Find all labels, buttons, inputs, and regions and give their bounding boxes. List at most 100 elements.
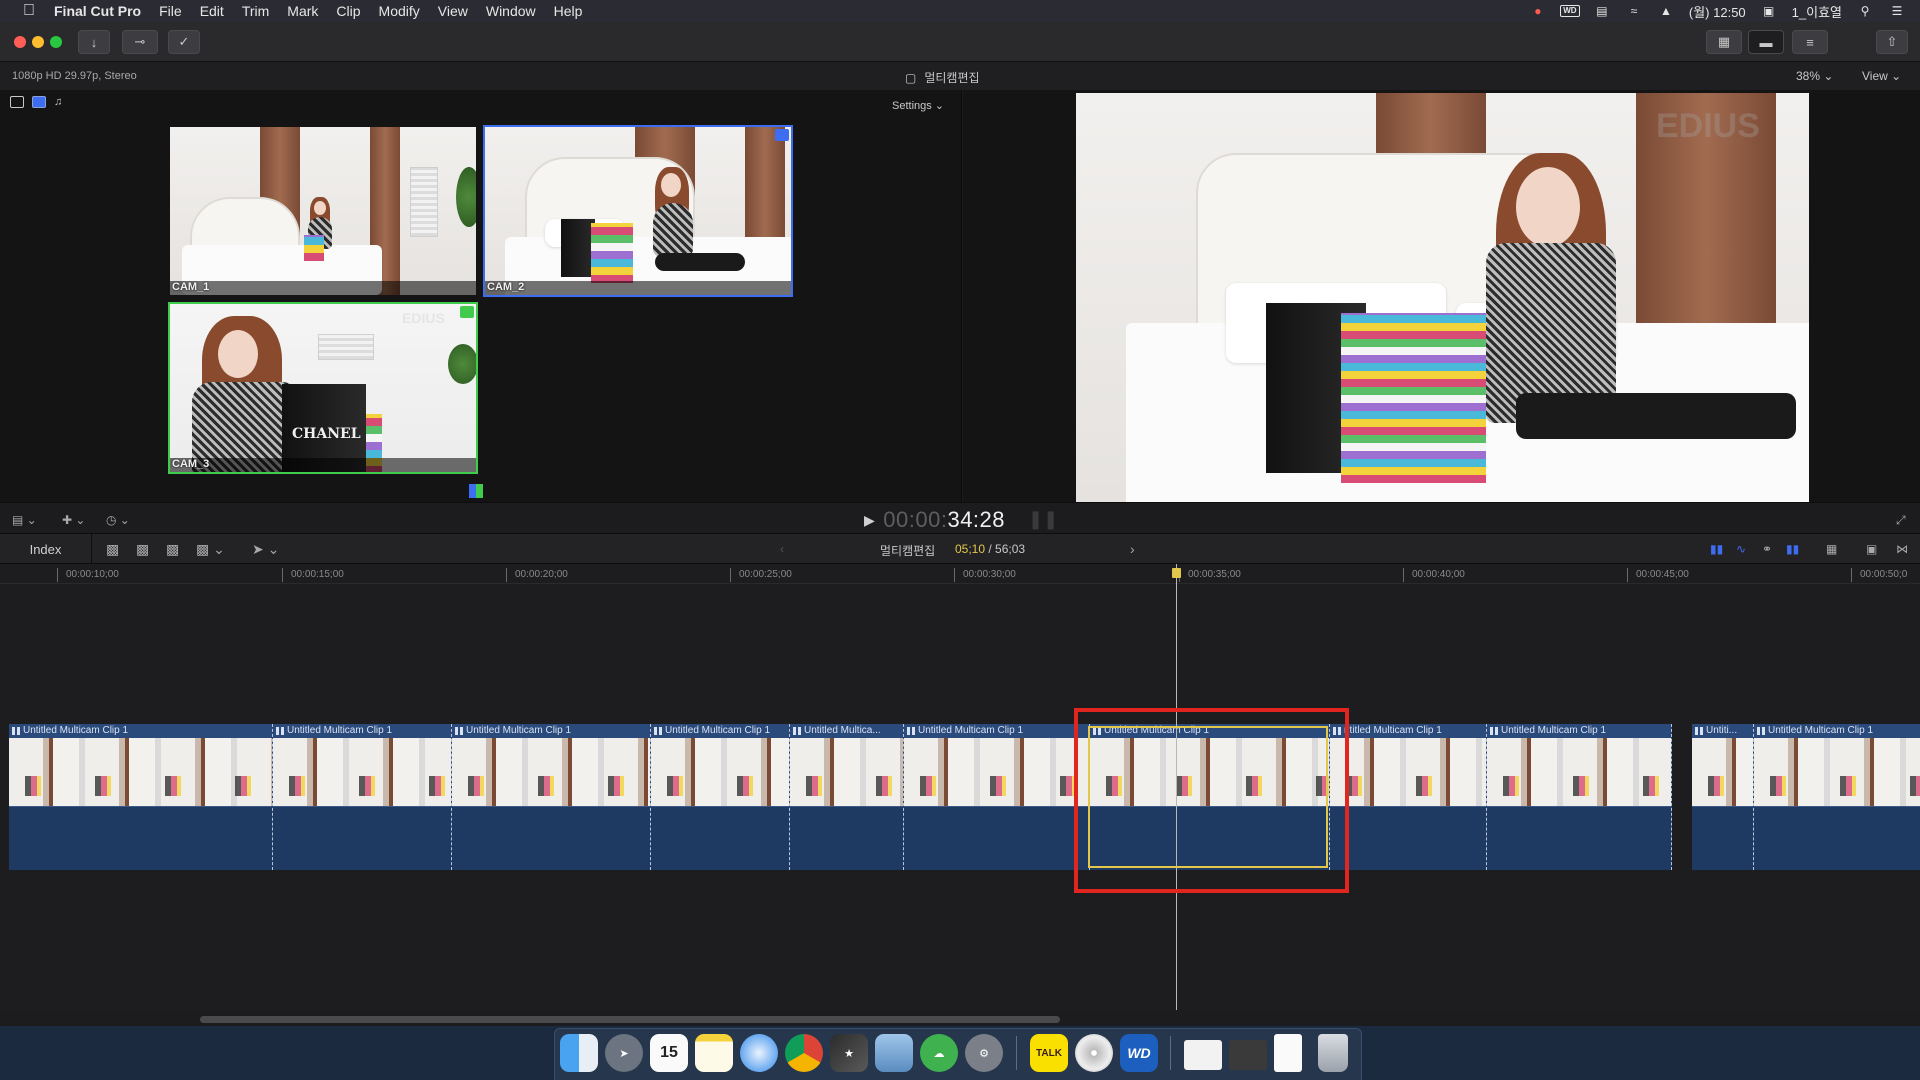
transform-tool-icon[interactable]: ✚ ⌄ bbox=[62, 513, 85, 527]
viewer-zoom-menu[interactable]: 38% ⌄ bbox=[1796, 69, 1833, 83]
switch-video-only-icon[interactable] bbox=[32, 96, 46, 108]
menu-mark[interactable]: Mark bbox=[287, 3, 318, 19]
kakaotalk-icon[interactable]: TALK bbox=[1030, 1034, 1068, 1072]
volume-icon[interactable]: ▲ bbox=[1657, 4, 1675, 18]
timeline-index-button[interactable]: Index bbox=[0, 534, 92, 564]
menu-clip[interactable]: Clip bbox=[336, 3, 360, 19]
timeline-toggle-button[interactable]: ▬ bbox=[1748, 30, 1784, 54]
preview-icon[interactable] bbox=[875, 1034, 913, 1072]
overwrite-edit-icon[interactable]: ▩ bbox=[166, 541, 179, 558]
multicam-clip[interactable]: Untitled Multicam Clip 1 bbox=[1487, 724, 1672, 870]
solo-headphones-icon[interactable]: ⚭ bbox=[1762, 542, 1772, 556]
switch-video-audio-icon[interactable] bbox=[10, 96, 24, 108]
timecode-display[interactable]: ▶ 00:00: 34:28 bbox=[864, 507, 1005, 533]
viewer-view-menu[interactable]: View ⌄ bbox=[1862, 69, 1901, 83]
launchpad-icon[interactable]: ➤ bbox=[605, 1034, 643, 1072]
browser-toggle-button[interactable]: ▦ bbox=[1706, 30, 1742, 54]
trash-icon[interactable] bbox=[1318, 1034, 1348, 1072]
effects-browser-icon[interactable]: ▣ bbox=[1866, 542, 1877, 556]
calendar-tray-icon[interactable]: ▣ bbox=[1760, 4, 1778, 18]
viewer-frame[interactable]: EDIUS bbox=[1076, 93, 1809, 503]
transitions-browser-icon[interactable]: ⋈ bbox=[1896, 542, 1908, 556]
angle-cam-2[interactable]: CAM_2 bbox=[483, 125, 793, 297]
multicam-clip[interactable]: Untitled Multicam Clip 1 bbox=[1754, 724, 1920, 870]
menu-trim[interactable]: Trim bbox=[242, 3, 269, 19]
finder-icon[interactable] bbox=[560, 1034, 598, 1072]
background-tasks-button[interactable]: ✓ bbox=[168, 30, 200, 54]
wd-drive-icon[interactable]: WD bbox=[1560, 4, 1580, 18]
safari-icon[interactable] bbox=[740, 1034, 778, 1072]
apple-menu-icon[interactable]:  bbox=[18, 0, 40, 22]
multicam-clip[interactable]: Untiti... bbox=[1692, 724, 1754, 870]
dvd-player-icon[interactable] bbox=[1075, 1034, 1113, 1072]
menu-modify[interactable]: Modify bbox=[379, 3, 420, 19]
window-close-button[interactable] bbox=[14, 36, 26, 48]
window-minimize-button[interactable] bbox=[32, 36, 44, 48]
ncloud-icon[interactable]: ☁ bbox=[920, 1034, 958, 1072]
recording-status-icon[interactable]: ● bbox=[1529, 4, 1547, 18]
menu-window[interactable]: Window bbox=[486, 3, 536, 19]
viewer-options-icon[interactable]: ▤ ⌄ bbox=[12, 513, 37, 527]
timeline-ruler[interactable]: 00:00:10;00 00:00:15;00 00:00:20;00 00:0… bbox=[0, 564, 1920, 584]
keywords-button[interactable]: ⊸ bbox=[122, 30, 158, 54]
skimming-icon[interactable]: ▮▮ bbox=[1710, 542, 1723, 556]
insert-edit-icon[interactable]: ▩ bbox=[136, 541, 149, 558]
timeline[interactable]: 00:00:10;00 00:00:15;00 00:00:20;00 00:0… bbox=[0, 564, 1920, 1010]
menu-bar:  Final Cut Pro File Edit Trim Mark Clip… bbox=[0, 0, 1920, 22]
recent-file-icon[interactable] bbox=[1274, 1034, 1302, 1072]
chrome-icon[interactable] bbox=[785, 1034, 823, 1072]
history-back-icon[interactable]: ‹ bbox=[780, 542, 784, 556]
import-button[interactable]: ↓ bbox=[78, 30, 110, 54]
multicam-clip[interactable]: Untitled Multicam Clip 1 bbox=[9, 724, 273, 870]
window-zoom-button[interactable] bbox=[50, 36, 62, 48]
notes-icon[interactable] bbox=[695, 1034, 733, 1072]
downloads-stack-icon[interactable] bbox=[1184, 1040, 1222, 1070]
final-cut-pro-icon[interactable]: ★ bbox=[830, 1034, 868, 1072]
info-bar: 1080p HD 29.97p, Stereo ▢ 멀티캠편집 38% ⌄ Vi… bbox=[0, 62, 1920, 90]
angle-cam-1[interactable]: CAM_1 bbox=[168, 125, 478, 297]
timeline-scrollbar[interactable] bbox=[200, 1016, 1060, 1023]
multicam-clip[interactable]: Untitled Multicam Clip 1 bbox=[273, 724, 452, 870]
fullscreen-icon[interactable]: ⤢ bbox=[1896, 513, 1906, 528]
system-preferences-icon[interactable]: ⚙ bbox=[965, 1034, 1003, 1072]
history-forward-icon[interactable]: › bbox=[1130, 541, 1135, 557]
wd-discovery-icon[interactable]: WD bbox=[1120, 1034, 1158, 1072]
menu-user-name[interactable]: 1_이효열 bbox=[1792, 2, 1842, 21]
clip-appearance-icon[interactable]: ▦ bbox=[1826, 542, 1837, 556]
playhead-marker-icon[interactable] bbox=[1172, 568, 1181, 578]
spotlight-search-icon[interactable]: ⚲ bbox=[1856, 4, 1874, 18]
play-icon[interactable]: ▶ bbox=[864, 512, 875, 529]
documents-stack-icon[interactable] bbox=[1229, 1040, 1267, 1070]
notification-center-icon[interactable]: ☰ bbox=[1888, 4, 1906, 18]
append-edit-icon[interactable]: ▩ bbox=[106, 541, 119, 558]
connect-edit-icon[interactable]: ▩ ⌄ bbox=[196, 541, 225, 558]
retime-icon[interactable]: ◷ ⌄ bbox=[106, 513, 130, 527]
hangul-input-icon[interactable]: ▤ bbox=[1593, 4, 1611, 18]
calendar-icon[interactable]: 15 bbox=[650, 1034, 688, 1072]
angle-label-cam-3: CAM_3 bbox=[172, 458, 210, 470]
multicam-clip[interactable]: Untitled Multicam Clip 1 bbox=[904, 724, 1090, 870]
angle-bank-grid-icon[interactable] bbox=[469, 484, 483, 498]
angle-cam-3[interactable]: CHANEL EDIUS CAM_3 bbox=[168, 302, 478, 474]
inspector-toggle-button[interactable]: ≡ bbox=[1792, 30, 1828, 54]
bag-brand-text: CHANEL bbox=[292, 426, 361, 442]
menu-view[interactable]: View bbox=[438, 3, 468, 19]
multicam-clip[interactable]: Untitled Multicam Clip 1 bbox=[651, 724, 790, 870]
angle-viewer-settings-menu[interactable]: Settings ⌄ bbox=[892, 99, 944, 112]
multicam-clip[interactable]: Untitled Multicam Clip 1 bbox=[452, 724, 651, 870]
playhead[interactable] bbox=[1172, 564, 1181, 1010]
snapping-icon[interactable]: ▮▮ bbox=[1786, 542, 1799, 556]
menu-clock[interactable]: (월) 12:50 bbox=[1689, 2, 1746, 21]
switch-audio-only-icon[interactable]: ♫ bbox=[54, 96, 68, 108]
wifi-icon[interactable]: ≈ bbox=[1625, 4, 1643, 18]
multicam-clip[interactable]: ntitled Multicam Clip 1 bbox=[1330, 724, 1487, 870]
menu-file[interactable]: File bbox=[159, 3, 182, 19]
menu-help[interactable]: Help bbox=[554, 3, 583, 19]
share-button[interactable]: ⇧ bbox=[1876, 30, 1908, 54]
multicam-clip[interactable]: Untitled Multica... bbox=[790, 724, 904, 870]
audio-skimming-icon[interactable]: ∿ bbox=[1736, 542, 1746, 556]
select-tool-icon[interactable]: ➤ ⌄ bbox=[252, 541, 279, 558]
menu-app-name[interactable]: Final Cut Pro bbox=[54, 3, 141, 19]
menu-edit[interactable]: Edit bbox=[200, 3, 224, 19]
multicam-clip-selected[interactable]: Untitled Multicam Clip 1 bbox=[1090, 724, 1330, 870]
